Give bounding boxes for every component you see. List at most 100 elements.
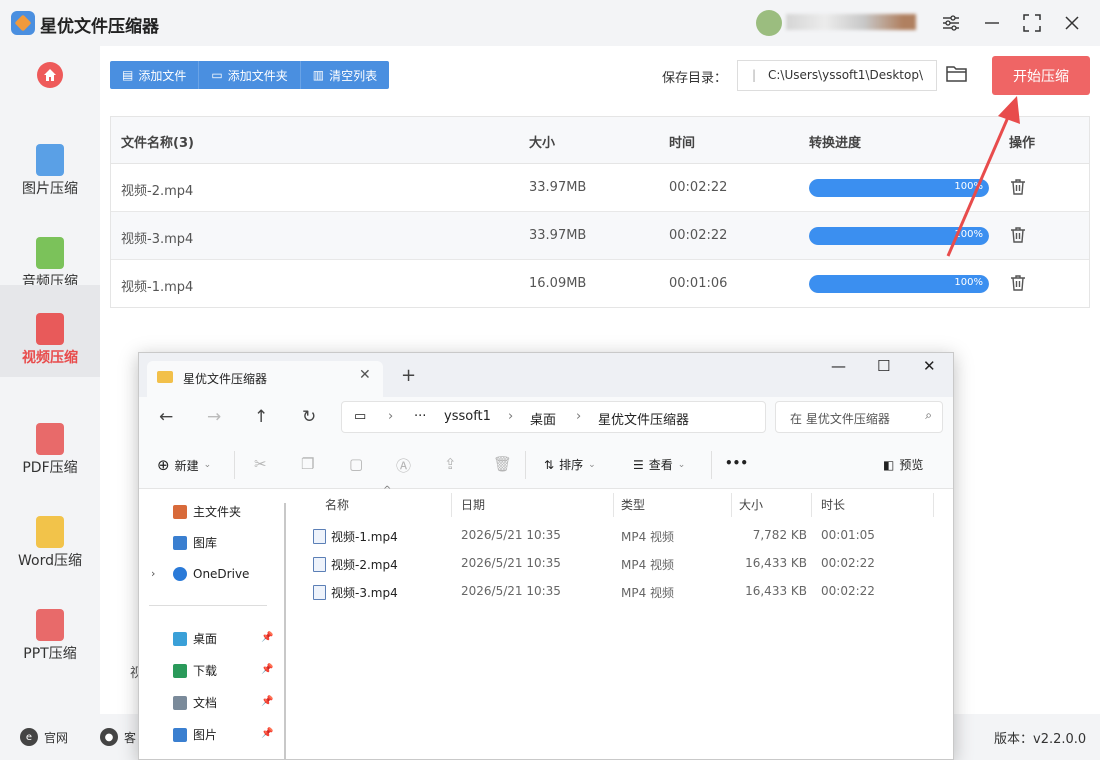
home-button[interactable]: [37, 62, 63, 88]
delete-icon[interactable]: [1009, 274, 1027, 292]
file-type: MP4 视频: [621, 530, 675, 544]
more-options-button[interactable]: •••: [725, 456, 748, 470]
app-title: 星优文件压缩器: [40, 17, 159, 37]
add-folder-button[interactable]: ▭ 添加文件夹: [199, 61, 301, 89]
explorer-maximize-icon[interactable]: ☐: [877, 357, 890, 375]
folder-icon: ▭: [211, 68, 223, 82]
explorer-close-icon[interactable]: ✕: [923, 357, 936, 375]
explorer-tab[interactable]: 星优文件压缩器 ✕: [147, 361, 383, 397]
nav-gallery[interactable]: 图库: [173, 534, 279, 551]
pin-icon: 📌: [261, 728, 274, 739]
start-compress-button[interactable]: 开始压缩: [992, 56, 1090, 95]
up-icon[interactable]: ↑: [254, 407, 268, 427]
divider: [711, 451, 712, 479]
pdf-compress-icon: [36, 423, 64, 455]
col-divider[interactable]: [731, 493, 732, 517]
file-row[interactable]: 视频-3.mp4 2026/5/21 10:35 MP4 视频 16,433 K…: [291, 577, 953, 605]
divider: [234, 451, 235, 479]
explorer-search-input[interactable]: 在 星优文件压缩器 ⌕: [775, 401, 943, 433]
nav-onedrive[interactable]: OneDrive: [173, 567, 279, 581]
col-divider[interactable]: [933, 493, 934, 517]
address-bar[interactable]: ▭ › ··· yssoft1 › 桌面 › 星优文件压缩器: [341, 401, 766, 433]
settings-icon[interactable]: [936, 8, 966, 38]
clear-list-button[interactable]: ▥ 清空列表: [301, 61, 389, 89]
cloud-icon: [173, 567, 187, 581]
row-time: 00:01:06: [669, 276, 728, 291]
table-row[interactable]: 视频-2.mp4 33.97MB 00:02:22 100%: [111, 164, 1089, 212]
search-icon: ⌕: [925, 408, 932, 422]
col-name[interactable]: 名称: [325, 496, 349, 513]
tab-close-icon[interactable]: ✕: [359, 367, 371, 383]
delete-icon[interactable]: [1009, 178, 1027, 196]
nav-home[interactable]: 主文件夹: [173, 503, 279, 520]
sidebar-item-ppt[interactable]: PPT压缩: [0, 581, 100, 673]
breadcrumb-item[interactable]: 桌面: [530, 409, 556, 428]
delete-icon[interactable]: [1009, 226, 1027, 244]
close-icon[interactable]: [1057, 8, 1087, 38]
add-file-button[interactable]: ▤ 添加文件: [110, 61, 200, 89]
refresh-icon[interactable]: ↻: [302, 407, 316, 427]
table-header: 文件名称(3) 大小 时间 转换进度 操作: [111, 117, 1089, 164]
clear-list-label: 清空列表: [329, 68, 378, 83]
cut-icon[interactable]: ✂: [254, 455, 267, 473]
delete-icon[interactable]: 🗑: [493, 455, 512, 473]
explorer-minimize-icon[interactable]: —: [831, 357, 846, 375]
save-dir-label: 保存目录：: [662, 71, 728, 86]
back-icon[interactable]: ←: [159, 407, 173, 427]
nav-label: 图片: [193, 728, 218, 742]
new-label: 新建: [174, 458, 199, 473]
user-avatar[interactable]: [756, 10, 782, 36]
col-duration[interactable]: 时长: [821, 496, 845, 513]
file-row[interactable]: 视频-2.mp4 2026/5/21 10:35 MP4 视频 16,433 K…: [291, 549, 953, 577]
sidebar-item-word[interactable]: Word压缩: [0, 488, 100, 580]
new-tab-icon[interactable]: +: [401, 365, 416, 386]
col-date[interactable]: 日期: [461, 496, 485, 513]
row-filename: 视频-3.mp4: [121, 232, 194, 247]
new-button[interactable]: ⊕ 新建 ⌄: [157, 456, 211, 474]
website-link[interactable]: e 官网: [20, 728, 68, 746]
row-filename: 视频-1.mp4: [121, 280, 194, 295]
sidebar-item-label: 图片压缩: [22, 181, 78, 197]
sidebar-item-video[interactable]: 视频压缩: [0, 285, 100, 377]
view-button[interactable]: ☰ 查看 ⌄: [633, 456, 685, 473]
document-icon: [173, 695, 187, 710]
share-icon[interactable]: ⇪: [444, 455, 457, 473]
minimize-icon[interactable]: [977, 8, 1007, 38]
file-row[interactable]: 视频-1.mp4 2026/5/21 10:35 MP4 视频 7,782 KB…: [291, 521, 953, 549]
row-size: 33.97MB: [529, 180, 587, 195]
rename-icon[interactable]: Ⓐ: [396, 455, 411, 476]
more-path-icon[interactable]: ···: [414, 409, 426, 424]
sort-button[interactable]: ⇅ 排序 ⌄: [544, 456, 596, 473]
file-icon: ▤: [122, 68, 134, 82]
table-row[interactable]: 视频-3.mp4 33.97MB 00:02:22 100%: [111, 212, 1089, 260]
paste-icon[interactable]: ▢: [349, 455, 363, 473]
col-size[interactable]: 大小: [739, 496, 763, 513]
sidebar-item-label: PPT压缩: [23, 646, 77, 662]
col-divider[interactable]: [811, 493, 812, 517]
save-path-field[interactable]: | C:\Users\yssoft1\Desktop\: [737, 60, 937, 91]
chevron-right-icon: ›: [508, 409, 514, 424]
nav-scrollbar[interactable]: [284, 503, 286, 759]
sidebar-item-image[interactable]: 图片压缩: [0, 116, 100, 208]
file-name: 视频-1.mp4: [313, 528, 398, 545]
col-divider[interactable]: [451, 493, 452, 517]
maximize-icon[interactable]: [1017, 8, 1047, 38]
breadcrumb-item[interactable]: yssoft1: [444, 409, 491, 424]
toolbar: ▤ 添加文件 ▭ 添加文件夹 ▥ 清空列表: [110, 61, 390, 89]
forward-icon[interactable]: →: [207, 407, 221, 427]
service-link[interactable]: ● 客: [100, 728, 136, 746]
explorer-command-bar: ⊕ 新建 ⌄ ✂ ❐ ▢ Ⓐ ⇪ 🗑 ⇅ 排序 ⌄ ☰ 查看 ⌄ ••• ◧ 预…: [139, 441, 953, 489]
explorer-file-list: 名称 ^ 日期 类型 大小 时长 视频-1.mp4 2026/5/21 10:3…: [291, 485, 953, 759]
sidebar-item-pdf[interactable]: PDF压缩: [0, 395, 100, 487]
ppt-compress-icon: [36, 609, 64, 641]
table-row[interactable]: 视频-1.mp4 16.09MB 00:01:06 100%: [111, 260, 1089, 308]
preview-button[interactable]: ◧ 预览: [883, 456, 923, 473]
col-type[interactable]: 类型: [621, 496, 645, 513]
breadcrumb-item[interactable]: 星优文件压缩器: [598, 409, 689, 428]
expand-chevron-icon[interactable]: ›: [151, 567, 155, 580]
image-compress-icon: [36, 144, 64, 176]
copy-icon[interactable]: ❐: [301, 455, 314, 473]
browse-folder-icon[interactable]: [946, 64, 968, 86]
col-divider[interactable]: [613, 493, 614, 517]
sidebar-item-label: Word压缩: [18, 553, 82, 569]
